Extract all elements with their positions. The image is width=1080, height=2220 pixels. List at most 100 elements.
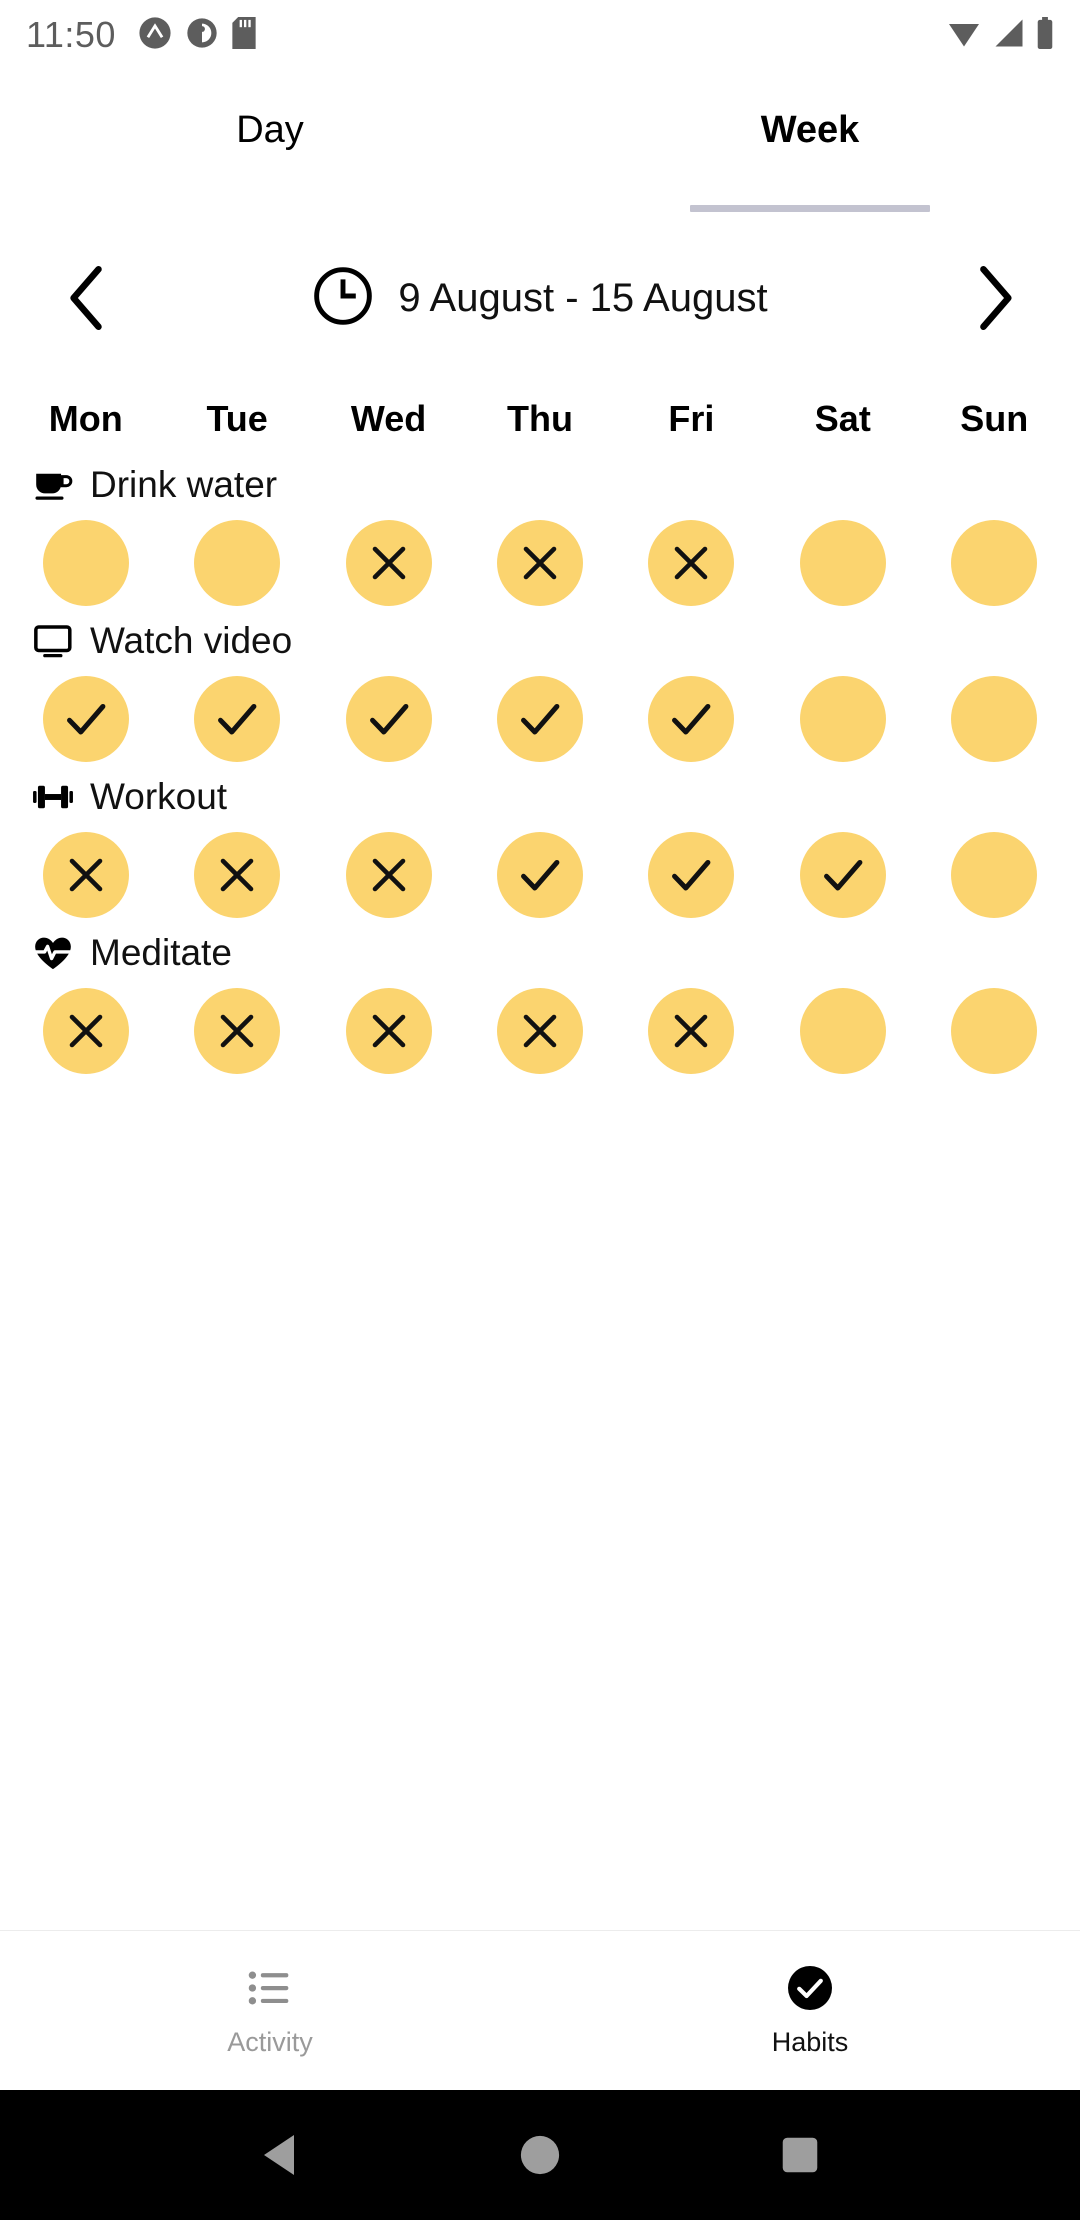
habit-day-cell [919, 676, 1070, 762]
habit-name: Watch video [90, 620, 293, 661]
heart-pulse-icon [32, 932, 74, 974]
habit-day-cell [616, 832, 767, 918]
habit-status-circle-cross[interactable] [648, 520, 735, 606]
habit-status-circle-cross[interactable] [496, 520, 583, 606]
habit-status-circle-check[interactable] [496, 832, 583, 918]
recents-square-icon[interactable] [780, 2135, 820, 2175]
tab-week[interactable]: Week [540, 70, 1080, 190]
habit-day-cell [313, 832, 464, 918]
bottom-navigation: Activity Habits [0, 1930, 1080, 2090]
status-bar: 11:50 [0, 0, 1080, 70]
weekday-tue: Tue [206, 398, 268, 439]
habit-day-cells [10, 520, 1070, 606]
habit-day-cell [464, 676, 615, 762]
tab-week-label: Week [760, 108, 860, 151]
habit-status-circle-cross[interactable] [345, 988, 432, 1074]
coffee-cup-icon [32, 464, 74, 506]
weekday-sun: Sun [960, 398, 1029, 439]
habit-status-circle-check[interactable] [648, 832, 735, 918]
habit-status-circle-none[interactable] [799, 520, 886, 606]
habit-day-cell [919, 832, 1070, 918]
habit-day-cell [161, 988, 312, 1074]
habit-day-cell [464, 832, 615, 918]
habit-day-cell [313, 988, 464, 1074]
dumbbell-icon [32, 776, 74, 818]
habit-status-circle-none[interactable] [799, 988, 886, 1074]
habit-status-circle-check[interactable] [496, 676, 583, 762]
habit-status-circle-check[interactable] [194, 676, 281, 762]
habit-day-cell [313, 676, 464, 762]
check-circle-icon [786, 1963, 834, 2013]
date-range-display[interactable]: 9 August - 15 August [132, 265, 948, 332]
habit-status-circle-cross[interactable] [194, 832, 281, 918]
cellular-signal-icon [992, 18, 1026, 53]
nav-item-activity[interactable]: Activity [0, 1931, 540, 2090]
habit-day-cells [10, 832, 1070, 918]
battery-icon [1036, 16, 1054, 54]
habit-name: Workout [90, 776, 228, 817]
habit-status-circle-none[interactable] [799, 676, 886, 762]
habit-day-cells [10, 988, 1070, 1074]
habit-day-cell [919, 520, 1070, 606]
habit-title: Workout [10, 776, 1070, 818]
habit-row: Drink water [10, 464, 1070, 606]
habit-day-cell [767, 676, 918, 762]
weekday-wed: Wed [350, 398, 427, 439]
nav-item-habits[interactable]: Habits [540, 1931, 1080, 2090]
habit-row: Meditate [10, 932, 1070, 1074]
habit-title: Meditate [10, 932, 1070, 974]
weekday-header-row: Mon Tue Wed Thu Fri Sat Sun [0, 398, 1080, 440]
tab-day-label: Day [236, 108, 304, 151]
back-triangle-icon[interactable] [260, 2133, 300, 2177]
habit-day-cell [919, 988, 1070, 1074]
habit-status-circle-none[interactable] [951, 832, 1038, 918]
android-system-navigation-bar [0, 2090, 1080, 2220]
wifi-icon [946, 18, 982, 53]
date-navigation: 9 August - 15 August [0, 238, 1080, 358]
habit-status-circle-check[interactable] [345, 676, 432, 762]
weekday-sat: Sat [814, 398, 871, 439]
habit-status-circle-cross[interactable] [648, 988, 735, 1074]
habit-status-circle-none[interactable] [42, 520, 129, 606]
habit-status-circle-cross[interactable] [42, 832, 129, 918]
list-icon [248, 1963, 292, 2013]
app-screen: 11:50 Day Week 9 August - 15 August Mon … [0, 0, 1080, 2220]
habit-day-cell [767, 832, 918, 918]
habit-day-cell [10, 832, 161, 918]
habit-status-circle-cross[interactable] [345, 832, 432, 918]
habit-status-circle-check[interactable] [648, 676, 735, 762]
status-bar-system-icons [946, 16, 1054, 54]
habit-day-cells [10, 676, 1070, 762]
weekday-fri: Fri [668, 398, 715, 439]
habit-day-cell [616, 988, 767, 1074]
status-bar-notification-icons [138, 16, 256, 55]
habit-day-cell [464, 520, 615, 606]
habit-status-circle-cross[interactable] [496, 988, 583, 1074]
previous-week-button[interactable] [42, 253, 132, 343]
habit-list: Drink water Watch video Workout Meditate [0, 464, 1080, 1074]
habit-day-cell [616, 520, 767, 606]
next-week-button[interactable] [948, 253, 1038, 343]
tab-day[interactable]: Day [0, 70, 540, 190]
habit-day-cell [161, 832, 312, 918]
habit-status-circle-check[interactable] [42, 676, 129, 762]
habit-day-cell [616, 676, 767, 762]
habit-status-circle-cross[interactable] [345, 520, 432, 606]
habit-day-cell [161, 676, 312, 762]
habit-title: Drink water [10, 464, 1070, 506]
habit-status-circle-none[interactable] [951, 676, 1038, 762]
app-notification-icon-2 [186, 17, 218, 54]
habit-status-circle-none[interactable] [951, 988, 1038, 1074]
habit-day-cell [10, 520, 161, 606]
habit-status-circle-check[interactable] [799, 832, 886, 918]
date-range-label: 9 August - 15 August [398, 275, 768, 320]
habit-day-cell [464, 988, 615, 1074]
habit-status-circle-cross[interactable] [42, 988, 129, 1074]
nav-label-activity: Activity [227, 2027, 313, 2057]
nav-label-habits: Habits [771, 2027, 849, 2057]
habit-status-circle-none[interactable] [194, 520, 281, 606]
view-mode-tabs: Day Week [0, 70, 1080, 190]
habit-status-circle-none[interactable] [951, 520, 1038, 606]
home-circle-icon[interactable] [519, 2134, 561, 2176]
habit-status-circle-cross[interactable] [194, 988, 281, 1074]
